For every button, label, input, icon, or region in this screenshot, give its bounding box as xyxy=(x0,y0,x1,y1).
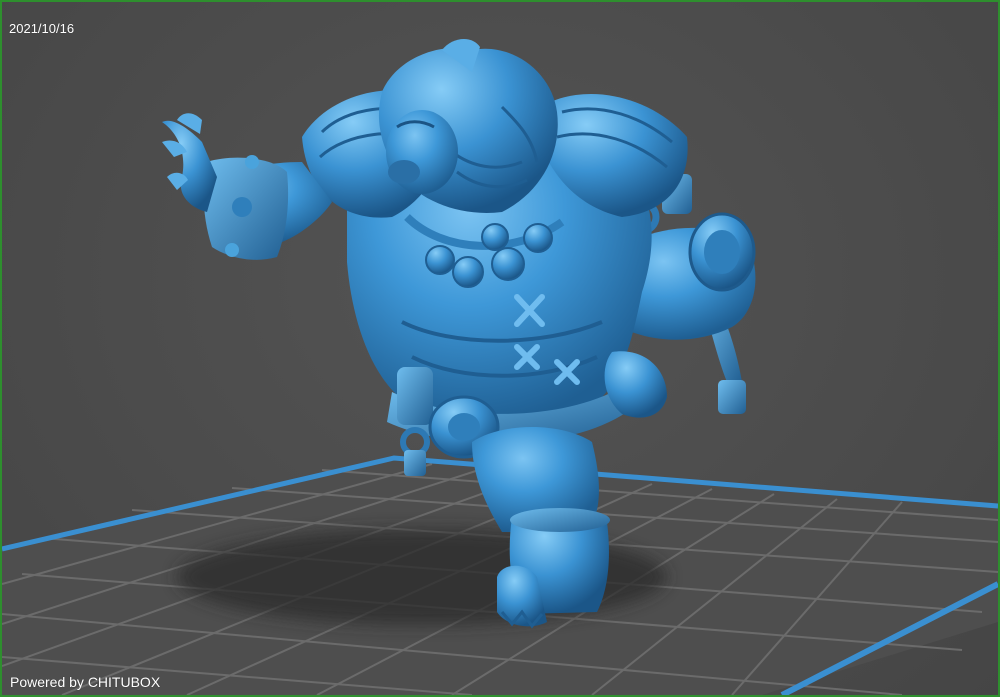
date-label: 2021/10/16 xyxy=(9,21,75,36)
powered-by-label: Powered by CHITUBOX xyxy=(10,674,161,690)
3d-viewport[interactable]: 2021/10/16 Powered by CHITUBOX xyxy=(0,0,1000,697)
scene-canvas[interactable] xyxy=(2,2,998,695)
